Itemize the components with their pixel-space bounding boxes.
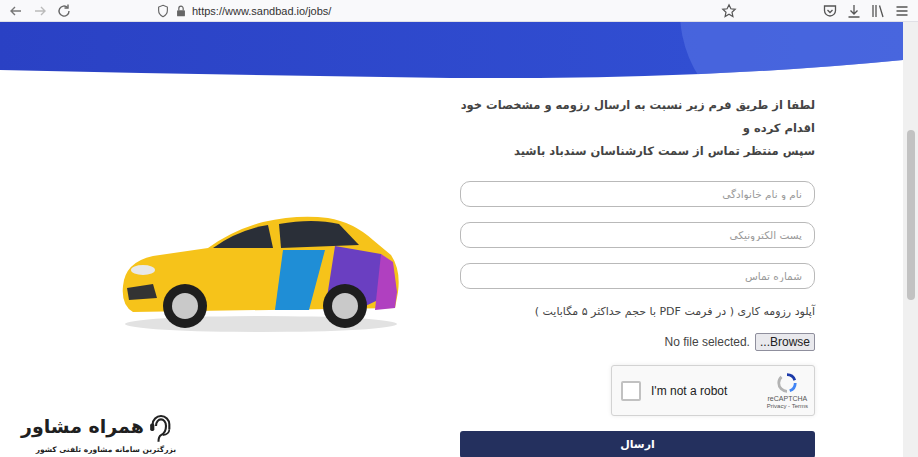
- text-field[interactable]: [460, 263, 815, 289]
- browser-toolbar: https://www.sandbad.io/jobs/: [0, 0, 918, 22]
- car-column: [0, 78, 460, 335]
- file-status: No file selected.: [665, 335, 750, 349]
- watermark-top: همراه مشاور: [4, 407, 176, 445]
- library-icon[interactable]: [870, 3, 886, 19]
- reload-icon[interactable]: [56, 3, 72, 19]
- submit-button[interactable]: ارسال: [460, 431, 815, 457]
- back-arrow-icon[interactable]: [8, 3, 24, 19]
- recaptcha-logo-icon: [776, 372, 798, 394]
- captcha-checkbox[interactable]: [621, 381, 641, 401]
- watermark-title: همراه مشاور: [21, 415, 144, 437]
- form-fields: [460, 181, 815, 289]
- intro-text: لطفا از طریق فرم زیر نسبت به ارسال رزومه…: [460, 94, 815, 163]
- watermark-subtitle: بزرگترین سامانه مشاوره تلفنی کشور: [4, 445, 176, 454]
- address-bar[interactable]: https://www.sandbad.io/jobs/: [150, 3, 745, 19]
- url-text[interactable]: https://www.sandbad.io/jobs/: [192, 5, 331, 17]
- scrollbar[interactable]: [903, 22, 918, 457]
- shield-icon[interactable]: [156, 4, 170, 18]
- forward-arrow-icon[interactable]: [32, 3, 48, 19]
- download-icon[interactable]: [846, 3, 862, 19]
- headset-advisor-icon: [146, 407, 176, 445]
- recaptcha-links[interactable]: Privacy - Terms: [767, 403, 808, 409]
- car-image: [113, 200, 403, 335]
- toolbar-tools: [745, 3, 918, 19]
- menu-icon[interactable]: [894, 3, 910, 19]
- header-banner: [0, 22, 903, 78]
- upload-label: آپلود رزومه کاری ( در فرمت PDF با حجم حد…: [460, 303, 815, 321]
- bookmark-star-icon[interactable]: [721, 3, 737, 19]
- job-application-form: لطفا از طریق فرم زیر نسبت به ارسال رزومه…: [460, 78, 815, 457]
- page-viewport: لطفا از طریق فرم زیر نسبت به ارسال رزومه…: [0, 22, 918, 457]
- recaptcha-box: I'm not a robot reCAPTCHAPrivacy - Terms: [611, 365, 815, 416]
- web-page: لطفا از طریق فرم زیر نسبت به ارسال رزومه…: [0, 22, 903, 457]
- captcha-row: I'm not a robot reCAPTCHAPrivacy - Terms: [460, 365, 815, 416]
- text-field[interactable]: [460, 222, 815, 248]
- watermark-logo: همراه مشاور بزرگترین سامانه مشاوره تلفنی …: [4, 407, 176, 454]
- pocket-icon[interactable]: [822, 3, 838, 19]
- browser-window: https://www.sandbad.io/jobs/لطفا از طریق…: [0, 0, 918, 457]
- recaptcha-brand: reCAPTCHAPrivacy - Terms: [767, 372, 808, 409]
- navigation-buttons: [0, 3, 150, 19]
- page-content: لطفا از طریق فرم زیر نسبت به ارسال رزومه…: [0, 78, 903, 457]
- lock-icon[interactable]: [174, 4, 188, 18]
- browse-button[interactable]: Browse...: [755, 333, 815, 351]
- scrollbar-thumb[interactable]: [907, 130, 915, 300]
- text-field[interactable]: [460, 181, 815, 207]
- captcha-label: I'm not a robot: [651, 384, 757, 398]
- intro-line: لطفا از طریق فرم زیر نسبت به ارسال رزومه…: [460, 94, 815, 140]
- file-input[interactable]: No file selected. Browse...: [460, 331, 815, 353]
- recaptcha-name: reCAPTCHA: [768, 395, 808, 402]
- intro-line: سپس منتظر تماس از سمت کارشناسان سندباد ب…: [460, 140, 815, 163]
